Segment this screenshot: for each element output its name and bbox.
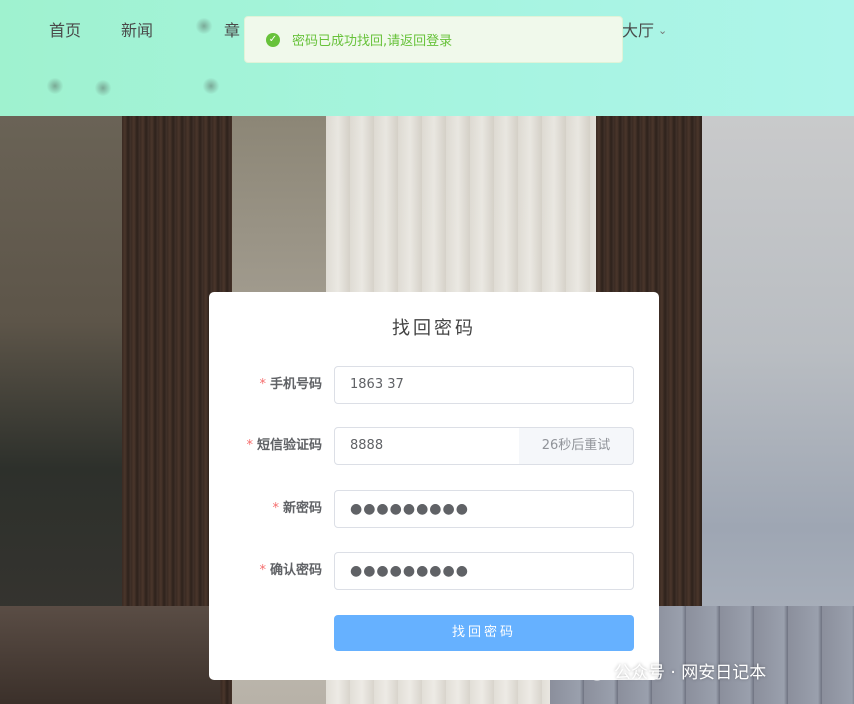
blurred-mark: [46, 78, 64, 94]
success-toast: ✓ 密码已成功找回,请返回登录: [244, 16, 623, 63]
nav-item-hall-label: 大厅: [622, 21, 655, 40]
watermark-text: 公众号 · 网安日记本: [614, 662, 767, 683]
confirm-password-label: * 确认密码: [259, 552, 322, 590]
required-mark: *: [246, 438, 253, 453]
phone-label-text: 手机号码: [269, 377, 322, 392]
wechat-icon: [578, 659, 606, 681]
check-circle-icon: ✓: [266, 32, 280, 47]
blurred-mark: [94, 80, 112, 96]
required-mark: *: [272, 501, 279, 516]
confirm-password-input[interactable]: ●●●●●●●●●: [334, 552, 634, 590]
recover-password-button[interactable]: 找回密码: [334, 615, 634, 651]
sms-label-text: 短信验证码: [256, 438, 322, 453]
phone-row: * 手机号码 1863 37: [209, 366, 659, 404]
nav-item-hall[interactable]: 大厅 ⌄: [622, 17, 667, 41]
photo-floor: [0, 606, 220, 704]
confirm-password-row: * 确认密码 ●●●●●●●●●: [209, 552, 659, 590]
blurred-mark: [202, 78, 220, 94]
blurred-mark: [195, 18, 213, 34]
required-mark: *: [259, 563, 266, 578]
toast-message: 密码已成功找回,请返回登录: [292, 34, 453, 49]
new-password-label-text: 新密码: [282, 501, 322, 516]
required-mark: *: [259, 377, 266, 392]
nav-item-chapter[interactable]: 章: [224, 17, 240, 41]
sms-label: * 短信验证码: [246, 427, 322, 465]
form-title: 找回密码: [392, 318, 476, 339]
sms-code-input[interactable]: 8888: [334, 427, 520, 465]
sms-row: * 短信验证码 8888 26秒后重试: [209, 427, 659, 465]
new-password-row: * 新密码 ●●●●●●●●●: [209, 490, 659, 528]
phone-label: * 手机号码: [259, 366, 322, 404]
password-recovery-card: 找回密码 * 手机号码 1863 37 * 短信验证码 8888 26秒后重试 * 新…: [209, 292, 659, 680]
new-password-label: * 新密码: [272, 490, 322, 528]
watermark: 公众号 · 网安日记本: [578, 656, 766, 684]
confirm-password-label-text: 确认密码: [269, 563, 322, 578]
resend-countdown-button[interactable]: 26秒后重试: [519, 427, 634, 465]
new-password-input[interactable]: ●●●●●●●●●: [334, 490, 634, 528]
nav-item-home[interactable]: 首页: [49, 17, 81, 41]
chevron-down-icon: ⌄: [658, 24, 668, 37]
phone-input[interactable]: 1863 37: [334, 366, 634, 404]
nav-item-news[interactable]: 新闻: [121, 17, 153, 41]
